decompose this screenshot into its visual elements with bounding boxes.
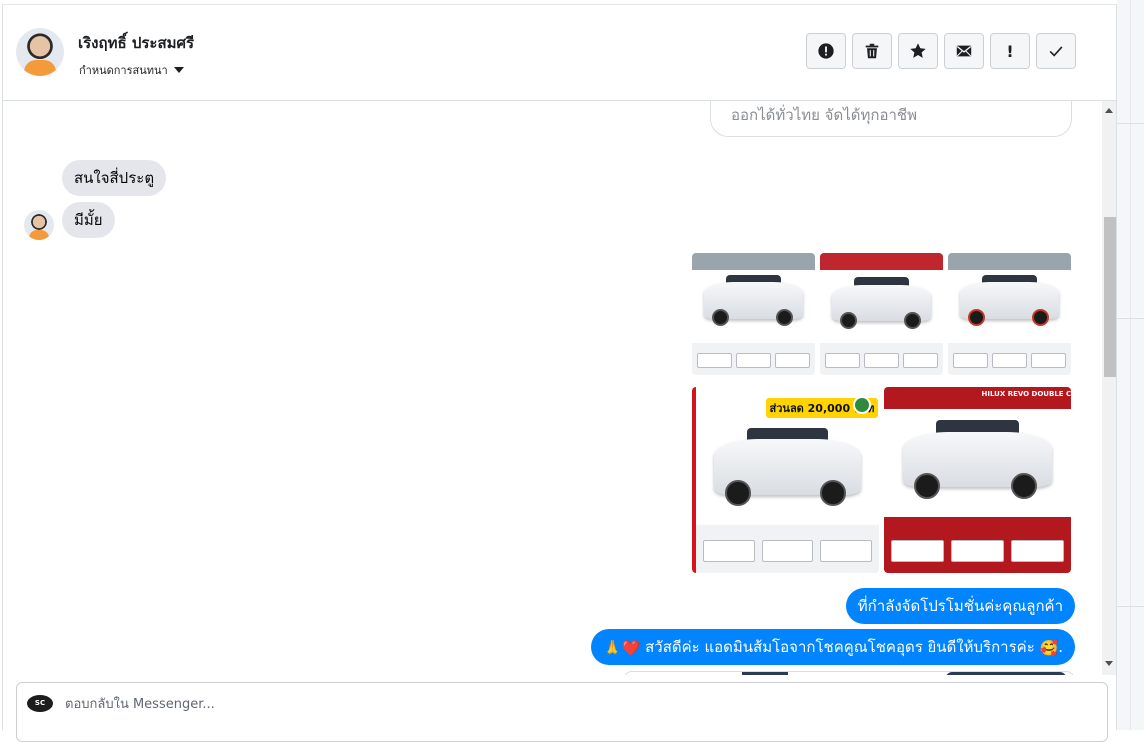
listing-photo-5[interactable]: HILUX REVO DOUBLE CAB 2.4 [884, 387, 1071, 573]
conversation-header: เริงฤทธิ์ ประสมศรี กำหนดการสนทนา ! [3, 5, 1116, 101]
star-button[interactable] [898, 33, 938, 69]
next-message-preview [623, 671, 1075, 675]
page-logo-avatar: SC [27, 695, 53, 712]
incoming-message-bubble[interactable]: สนใจสี่ประตู [62, 160, 167, 196]
check-icon [1049, 46, 1063, 57]
header-actions: ! [806, 33, 1076, 69]
greeting-text: สวัสดีค่ะ แอดมินส้มโอจากโชคคูณโชคอุดร ยิ… [645, 638, 1035, 656]
message-composer: SC [16, 682, 1108, 742]
sender-avatar [24, 210, 54, 240]
right-side-strip [1117, 0, 1144, 730]
pray-heart-emoji: 🙏❤️ [603, 638, 641, 657]
mark-unread-button[interactable] [944, 33, 984, 69]
conversation-settings-label: กำหนดการสนทนา [79, 64, 168, 77]
listing-photo-4[interactable]: ส่วนลด 20,000 บาท [692, 387, 879, 573]
previous-card-text: ออกได้ทั่วไทย จัดได้ทุกอาชีพ [731, 106, 917, 124]
important-button[interactable]: ! [990, 33, 1030, 69]
caret-down-icon [173, 67, 184, 73]
reply-input[interactable] [65, 693, 965, 715]
spam-button[interactable] [806, 33, 846, 69]
listing-photo-1[interactable] [692, 253, 815, 375]
star-icon [910, 43, 926, 58]
listing-photo-3[interactable] [948, 253, 1071, 375]
conversation-settings-dropdown[interactable]: กำหนดการสนทนา [79, 61, 184, 79]
strip-divider [1117, 606, 1144, 607]
envelope-icon [956, 45, 972, 57]
contact-avatar[interactable] [16, 28, 64, 76]
contact-name[interactable]: เริงฤทธิ์ ประสมศรี [78, 31, 194, 55]
incoming-message-bubble[interactable]: มีมั้ย [62, 202, 115, 238]
thread-scrollbar[interactable] [1102, 101, 1116, 675]
greeting-suffix: . [1058, 638, 1063, 656]
listing-photo-2[interactable] [820, 253, 943, 375]
strip-divider [1117, 123, 1144, 124]
strip-divider [1130, 0, 1131, 730]
exclamation-icon: ! [1006, 41, 1014, 61]
previous-message-card: ออกได้ทั่วไทย จัดได้ทุกอาชีพ [710, 101, 1072, 137]
outgoing-message-bubble[interactable]: ที่กำลังจัดโปรโมชั่นค่ะคุณลูกค้า [845, 588, 1075, 624]
scroll-up-arrow-icon[interactable] [1105, 108, 1113, 113]
smiling-hearts-emoji: 🥰 [1039, 638, 1059, 657]
scroll-down-arrow-icon[interactable] [1105, 661, 1113, 666]
delete-button[interactable] [852, 33, 892, 69]
model-label: HILUX REVO DOUBLE CAB 2.4 [981, 389, 1072, 398]
trash-icon [865, 43, 879, 59]
alert-circle-icon [818, 43, 834, 59]
outgoing-message-bubble[interactable]: 🙏❤️ สวัสดีค่ะ แอดมินส้มโอจากโชคคูณโชคอุด… [591, 629, 1075, 665]
done-button[interactable] [1036, 33, 1076, 69]
conversation-panel: เริงฤทธิ์ ประสมศรี กำหนดการสนทนา ! ออกได… [2, 4, 1117, 742]
scrollbar-thumb[interactable] [1104, 217, 1116, 377]
message-thread[interactable]: ออกได้ทั่วไทย จัดได้ทุกอาชีพ สนใจสี่ประต… [3, 101, 1101, 675]
strip-divider [1117, 318, 1144, 319]
